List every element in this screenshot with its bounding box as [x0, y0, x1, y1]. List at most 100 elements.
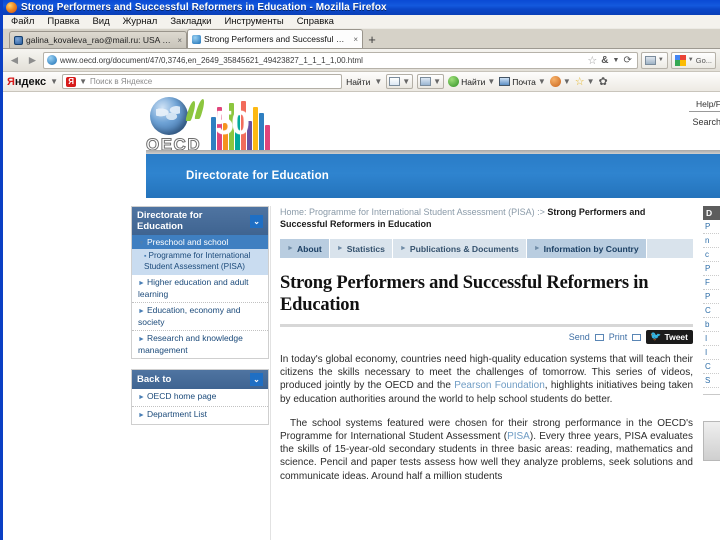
- right-rail-item[interactable]: c: [703, 248, 720, 262]
- right-rail-item[interactable]: S: [703, 374, 720, 388]
- tweet-button[interactable]: 🐦 Tweet: [646, 330, 693, 344]
- back-icon[interactable]: ◄: [7, 53, 22, 68]
- right-rail-item[interactable]: C: [703, 304, 720, 318]
- sidebar-nav-header-label: Directorate for Education: [137, 210, 203, 232]
- directorate-banner: Directorate for Education: [146, 154, 720, 198]
- chevron-down-icon[interactable]: ▼: [563, 77, 571, 86]
- google-swatch-icon: [674, 54, 686, 66]
- tab-statistics[interactable]: ► Statistics: [330, 239, 393, 258]
- right-rail-item[interactable]: C: [703, 360, 720, 374]
- chevron-down-icon: ▼: [138, 240, 145, 247]
- tab-label: Publications & Documents: [409, 243, 519, 254]
- page-viewport[interactable]: OECD 50 Help/F Search Directorate for Ed…: [3, 92, 720, 540]
- url-text: www.oecd.org/document/47/0,3746,en_2649_…: [60, 55, 363, 65]
- close-icon[interactable]: ×: [177, 36, 182, 45]
- chevron-down-icon[interactable]: ▼: [79, 77, 87, 86]
- yandex-bookmark-item[interactable]: ☆ ▼: [575, 75, 595, 88]
- google-toolbar-button[interactable]: ▼ Go...: [670, 51, 716, 69]
- right-rail-item[interactable]: P: [703, 290, 720, 304]
- chevron-down-icon[interactable]: ▼: [374, 77, 382, 86]
- chevron-down-icon[interactable]: ▼: [538, 77, 546, 86]
- breadcrumb-prefix[interactable]: Home: Programme for International Studen…: [280, 207, 547, 217]
- sidebar: Directorate for Education ⌄ ▼ Preschool a…: [131, 206, 269, 435]
- screenshot-button[interactable]: ▼: [640, 51, 668, 69]
- translate-button[interactable]: ▼: [417, 74, 445, 89]
- star-icon[interactable]: ☆: [587, 54, 597, 67]
- chevron-down-icon[interactable]: ▼: [587, 77, 595, 86]
- tab-information-by-country[interactable]: ► Information by Country: [526, 239, 647, 258]
- sidebar-item-department-list[interactable]: ► Department List: [132, 407, 268, 424]
- menu-item-tools[interactable]: Инструменты: [224, 16, 283, 27]
- chevron-down-icon[interactable]: ▼: [658, 57, 664, 63]
- envelope-icon[interactable]: [594, 333, 604, 341]
- chevron-down-icon[interactable]: ▼: [402, 77, 410, 86]
- gear-icon[interactable]: ✿: [599, 75, 608, 88]
- chevron-down-icon[interactable]: ▼: [433, 77, 441, 86]
- sidebar-item-pisa[interactable]: ▪ Programme for International Student Ass…: [132, 249, 268, 275]
- chevron-down-icon[interactable]: ⌄: [250, 214, 263, 228]
- yandex-search-input[interactable]: Я ▼ Поиск в Яндексе: [62, 74, 343, 89]
- sidebar-item-label: Education, economy and society: [138, 305, 241, 327]
- right-rail-header: D: [703, 206, 720, 220]
- browser-tab-label: Strong Performers and Successful Refor..…: [204, 34, 349, 44]
- right-rail-item[interactable]: n: [703, 234, 720, 248]
- pisa-link[interactable]: PISA: [507, 431, 530, 442]
- close-icon[interactable]: ×: [353, 35, 358, 44]
- right-rail-item[interactable]: I: [703, 332, 720, 346]
- right-rail-item[interactable]: b: [703, 318, 720, 332]
- spellcheck-button[interactable]: ▼: [386, 74, 414, 89]
- sidebar-item-preschool-and-school[interactable]: ▼ Preschool and school: [132, 235, 268, 249]
- sidebar-item-research-knowledge-management[interactable]: ► Research and knowledge management: [132, 331, 268, 358]
- sidebar-item-education-economy-society[interactable]: ► Education, economy and society: [132, 303, 268, 331]
- download-icon: [549, 76, 561, 87]
- yandex-download-item[interactable]: ▼: [549, 76, 571, 87]
- menu-item-bookmarks[interactable]: Закладки: [170, 16, 211, 27]
- url-bar[interactable]: www.oecd.org/document/47/0,3746,en_2649_…: [43, 51, 638, 69]
- right-rail: D P n c P F P C b I I C S: [703, 206, 720, 461]
- google-label: Go...: [695, 55, 712, 65]
- video-thumbnail[interactable]: [703, 421, 720, 461]
- menu-item-view[interactable]: Вид: [92, 16, 109, 27]
- print-link[interactable]: Print: [609, 332, 628, 342]
- browser-tab-label: galina_kovaleva_rao@mail.ru: USA Vide...: [26, 35, 173, 45]
- right-rail-item[interactable]: P: [703, 262, 720, 276]
- navigation-toolbar: ◄ ► www.oecd.org/document/47/0,3746,en_2…: [3, 49, 720, 72]
- sidebar-back-box: Back to ⌄ ► OECD home page ► Department Li…: [131, 369, 269, 425]
- chevron-down-icon[interactable]: ▼: [487, 77, 495, 86]
- sidebar-item-oecd-home-page[interactable]: ► OECD home page: [132, 389, 268, 407]
- menu-item-history[interactable]: Журнал: [123, 16, 158, 27]
- ampersand-icon[interactable]: &: [601, 55, 608, 66]
- tweet-label: Tweet: [664, 331, 688, 342]
- right-rail-item[interactable]: I: [703, 346, 720, 360]
- new-tab-button[interactable]: +: [363, 31, 381, 48]
- yandex-logo[interactable]: Яндекс: [7, 76, 46, 88]
- browser-tab-oecd[interactable]: Strong Performers and Successful Refor..…: [187, 29, 363, 48]
- chevron-down-icon[interactable]: ▼: [50, 77, 58, 86]
- send-link[interactable]: Send: [569, 332, 590, 342]
- reload-icon[interactable]: ⟳: [623, 55, 631, 66]
- help-faq-link[interactable]: Help/F: [696, 99, 720, 109]
- chevron-down-icon[interactable]: ▼: [688, 57, 694, 63]
- pearson-foundation-link[interactable]: Pearson Foundation: [454, 380, 545, 391]
- sidebar-item-label: OECD home page: [146, 391, 217, 401]
- printer-icon[interactable]: [632, 333, 642, 341]
- chevron-down-icon[interactable]: ▼: [613, 57, 620, 64]
- browser-tab-mail[interactable]: galina_kovaleva_rao@mail.ru: USA Vide...…: [9, 31, 187, 48]
- menu-item-file[interactable]: Файл: [11, 16, 34, 27]
- yandex-find-button[interactable]: Найти: [346, 77, 370, 87]
- tab-about[interactable]: ► About: [280, 239, 330, 258]
- yandex-mail-item[interactable]: Почта ▼: [499, 77, 546, 87]
- sidebar-nav-header[interactable]: Directorate for Education ⌄: [132, 207, 268, 235]
- sidebar-item-higher-education[interactable]: ► Higher education and adult learning: [132, 275, 268, 303]
- yandex-find-item[interactable]: Найти ▼: [448, 76, 495, 87]
- banner-title: Directorate for Education: [186, 170, 330, 182]
- forward-icon[interactable]: ►: [25, 53, 40, 68]
- site-search-link[interactable]: Search: [692, 117, 720, 127]
- right-rail-item[interactable]: P: [703, 220, 720, 234]
- sidebar-back-header[interactable]: Back to ⌄: [132, 370, 268, 389]
- tab-publications-documents[interactable]: ► Publications & Documents: [393, 239, 527, 258]
- menu-item-edit[interactable]: Правка: [47, 16, 79, 27]
- right-rail-item[interactable]: F: [703, 276, 720, 290]
- menu-item-help[interactable]: Справка: [297, 16, 334, 27]
- chevron-down-icon[interactable]: ⌄: [250, 373, 263, 386]
